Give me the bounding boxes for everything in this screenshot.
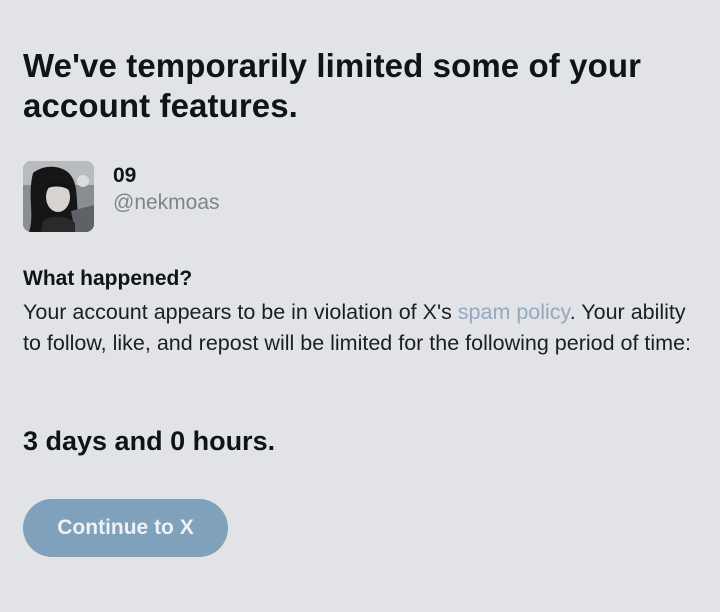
- account-summary: 09 @nekmoas: [23, 161, 220, 232]
- account-handle: @nekmoas: [113, 191, 220, 214]
- display-name: 09: [113, 164, 137, 187]
- what-happened-section: What happened? Your account appears to b…: [23, 266, 693, 359]
- continue-button[interactable]: Continue to X: [23, 499, 228, 557]
- page-title: We've temporarily limited some of your a…: [23, 47, 642, 124]
- section-heading: What happened?: [23, 267, 193, 290]
- violation-description: Your account appears to be in violation …: [23, 297, 693, 359]
- description-text-start: Your account appears to be in violation …: [23, 300, 458, 324]
- avatar: [23, 161, 94, 232]
- profile-photo-icon: [23, 161, 94, 232]
- limitation-notice: We've temporarily limited some of your a…: [23, 46, 693, 557]
- restriction-duration: 3 days and 0 hours.: [23, 426, 276, 456]
- spam-policy-link[interactable]: spam policy: [458, 300, 570, 324]
